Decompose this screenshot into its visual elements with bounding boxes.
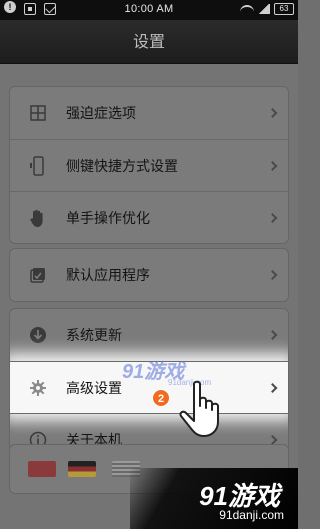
china-flag[interactable] <box>28 461 56 477</box>
download-icon <box>10 326 66 344</box>
settings-item-label: 单手操作优化 <box>66 210 150 227</box>
page-title: 设置 <box>0 20 298 64</box>
signal-icon <box>258 4 270 14</box>
settings-item-label: 侧键快捷方式设置 <box>66 158 178 175</box>
settings-item-side-key[interactable]: 侧键快捷方式设置 <box>10 139 288 191</box>
settings-item-label: 高级设置 <box>66 380 122 397</box>
status-bar: 10:00 AM 63 <box>0 0 298 20</box>
battery-icon: 63 <box>274 3 294 15</box>
watermark-banner-url: 91danji.com <box>219 508 284 522</box>
settings-item-label: 默认应用程序 <box>66 268 150 284</box>
gear-icon <box>10 379 66 397</box>
grid-icon <box>10 104 66 122</box>
phone-side-key-icon <box>10 155 66 176</box>
phone-screen: 10:00 AM 63 设置 强迫症选项 侧键快捷方式设置 <box>0 0 298 529</box>
settings-group-1: 强迫症选项 侧键快捷方式设置 单手操作优化 <box>9 86 289 244</box>
chevron-right-icon <box>267 330 278 340</box>
chevron-right-icon <box>267 212 278 223</box>
app-check-icon <box>10 266 66 284</box>
watermark-banner: 91游戏 91danji.com <box>130 468 298 529</box>
settings-item-label: 系统更新 <box>66 328 122 344</box>
settings-group-3: 系统更新 高级设置 关于本机 <box>9 308 289 466</box>
chevron-right-icon <box>267 270 278 280</box>
wifi-icon <box>240 5 254 15</box>
chevron-right-icon <box>267 108 278 118</box>
settings-item-one-hand[interactable]: 单手操作优化 <box>10 191 288 243</box>
hand-icon <box>10 208 66 228</box>
chevron-right-icon <box>267 160 278 171</box>
settings-item-label: 强迫症选项 <box>66 106 136 122</box>
settings-item-ocd-options[interactable]: 强迫症选项 <box>10 87 288 139</box>
settings-item-system-update[interactable]: 系统更新 <box>10 309 288 361</box>
chevron-right-icon <box>267 382 278 393</box>
settings-group-2: 默认应用程序 <box>9 248 289 302</box>
germany-flag[interactable] <box>68 461 96 477</box>
step-badge: 2 <box>152 389 170 407</box>
pointer-hand-icon <box>179 380 219 437</box>
chevron-right-icon <box>267 434 278 445</box>
settings-item-default-apps[interactable]: 默认应用程序 <box>10 249 288 301</box>
